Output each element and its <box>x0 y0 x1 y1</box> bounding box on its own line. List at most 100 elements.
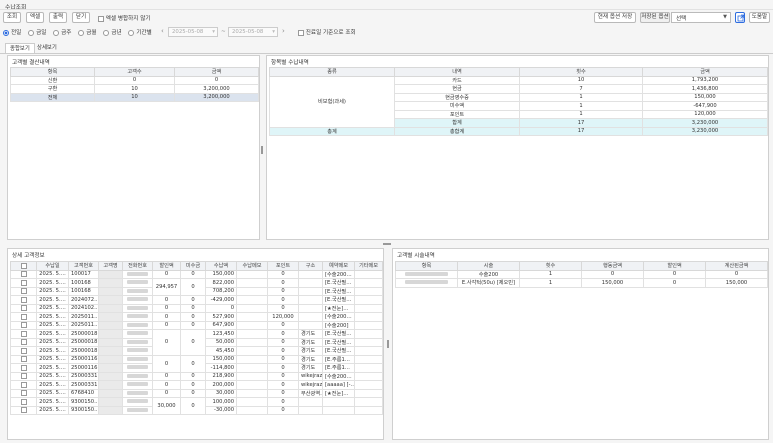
table-row[interactable]: 신환 0 0 <box>10 75 259 85</box>
calendar-icon[interactable]: ▾ <box>272 28 275 36</box>
radio-this-year[interactable] <box>103 29 110 36</box>
column-header[interactable]: 수납액 <box>205 261 237 271</box>
row-select-cell[interactable] <box>10 371 37 381</box>
column-header[interactable]: 구소 <box>298 261 323 271</box>
column-header[interactable]: 예약메모 <box>322 261 355 271</box>
table-row[interactable]: E.사각턱(50u) [제오민] 1 150,000 0 150,000 <box>395 278 768 288</box>
row-checkbox[interactable] <box>20 339 27 345</box>
table-row[interactable]: 수술200 1 0 0 0 <box>395 269 768 279</box>
row-select-cell[interactable] <box>10 303 37 313</box>
total-row[interactable]: 총계 총합계 17 3,230,000 <box>269 126 768 136</box>
horizontal-splitter[interactable] <box>383 243 391 245</box>
table-row[interactable]: 2025. 5.… 9300150… 30,000 0 100,000 0 <box>10 397 383 415</box>
tab-detail[interactable]: 상세보기 <box>33 43 61 53</box>
table-row[interactable]: 2025. 5.… 2024072… 0 0 -429,000 0 [E.국산필… <box>10 295 383 305</box>
close-button[interactable]: 닫기 <box>72 12 90 23</box>
date-to-input[interactable]: 2025-05-08 ▾ <box>228 27 278 37</box>
column-header[interactable]: 계산된금액 <box>705 261 768 271</box>
table-row[interactable]: 2025. 5.… 2024102… 0 0 0 0 [★전눈]… <box>10 303 383 313</box>
column-header[interactable]: 수납메모 <box>236 261 268 271</box>
query-button[interactable]: 조회 <box>3 12 21 23</box>
column-header[interactable]: 미수금 <box>180 261 206 271</box>
column-header[interactable]: 기타메모 <box>354 261 383 271</box>
vertical-splitter[interactable] <box>387 340 389 348</box>
row-checkbox[interactable] <box>20 381 27 388</box>
saved-options-select[interactable]: 선택 ▼ <box>671 12 731 23</box>
row-select-cell[interactable] <box>10 354 37 364</box>
row-select-cell[interactable] <box>10 295 37 305</box>
table-row[interactable]: 2025. 5.…2500033100218,9000wikejraza…[수술… <box>10 371 383 381</box>
table-row[interactable]: 2025. 5.… 2025011… 0 0 527,900 120,000 [수술200… <box>10 312 383 322</box>
row-checkbox[interactable] <box>20 288 27 294</box>
table-row[interactable]: 구환 10 3,200,000 <box>10 84 259 94</box>
row-checkbox[interactable] <box>20 330 27 337</box>
row-checkbox[interactable] <box>20 407 27 413</box>
row-select-cell[interactable] <box>10 312 37 322</box>
row-select-cell[interactable] <box>10 329 37 339</box>
next-date-icon[interactable]: › <box>282 27 285 35</box>
select-all-checkbox[interactable] <box>20 262 27 269</box>
column-header[interactable]: 횟수 <box>519 261 582 271</box>
row-select-cell[interactable] <box>10 397 37 407</box>
table-row[interactable]: 2025. 5.… 25000116 0 0 150,000 0 경기도 [E.주름1… <box>10 354 383 373</box>
date-from-input[interactable]: 2025-05-08 ▾ <box>168 27 218 37</box>
row-checkbox[interactable] <box>20 305 27 311</box>
excel-button[interactable]: 엑셀 <box>26 12 44 23</box>
row-checkbox[interactable] <box>20 296 27 303</box>
column-header[interactable]: 전화번호 <box>122 261 153 271</box>
row-checkbox[interactable] <box>20 322 27 328</box>
table-row[interactable]: 2025. 5.…2500033100200,0000wikejraza…[aa… <box>10 380 383 390</box>
radio-prev-day[interactable] <box>3 29 9 36</box>
row-select-cell[interactable] <box>10 388 37 398</box>
row-checkbox[interactable] <box>20 313 27 320</box>
column-header[interactable]: 항목 <box>10 67 95 77</box>
column-header[interactable]: 할인액 <box>152 261 181 271</box>
column-header[interactable]: 행동금액 <box>581 261 644 271</box>
table-row[interactable]: 비보험(과세) 카드 10 1,793,200 <box>269 75 768 128</box>
excel-merge-checkbox[interactable] <box>98 15 104 22</box>
vertical-splitter[interactable] <box>261 146 263 154</box>
column-header[interactable]: 금액 <box>174 67 259 77</box>
column-header[interactable]: 내역 <box>394 67 520 77</box>
row-select-cell[interactable] <box>10 405 37 415</box>
row-select-cell[interactable] <box>10 320 37 330</box>
row-checkbox[interactable] <box>20 279 27 286</box>
row-checkbox[interactable] <box>20 347 27 354</box>
print-button[interactable]: 출력 <box>49 12 67 23</box>
table-row[interactable]: 2025. 5.…67684100030,0000무산광역…[★전눈]… <box>10 388 383 398</box>
clinic-date-option[interactable]: 진료일 기준으로 조회 <box>298 28 356 36</box>
table-row[interactable]: 2025. 5.… 100017 0 0 150,000 0 [수술200… <box>10 269 383 279</box>
row-select-cell[interactable] <box>10 286 37 296</box>
row-checkbox[interactable] <box>20 373 27 379</box>
column-header[interactable]: 횟수 <box>519 67 643 77</box>
column-header[interactable]: 시술 <box>457 261 520 271</box>
row-checkbox[interactable] <box>20 398 27 405</box>
prev-date-icon[interactable]: ‹ <box>161 27 164 35</box>
tab-summary[interactable]: 종합보기 <box>5 43 35 53</box>
row-checkbox[interactable] <box>20 364 27 371</box>
column-header[interactable]: 종류 <box>269 67 395 77</box>
row-select-cell[interactable] <box>10 363 37 373</box>
clinic-date-checkbox[interactable] <box>298 29 304 36</box>
column-header[interactable]: 할인액 <box>643 261 706 271</box>
column-header[interactable]: 고객명 <box>98 261 123 271</box>
column-header[interactable]: 수납일 <box>36 261 69 271</box>
radio-this-month[interactable] <box>78 29 85 36</box>
calendar-icon[interactable]: ▾ <box>212 28 215 36</box>
select-all-header[interactable] <box>10 261 37 271</box>
column-header[interactable]: 항목 <box>395 261 458 271</box>
table-row[interactable]: 2025. 5.… 2025011… 0 0 647,900 0 [수술200] <box>10 320 383 330</box>
row-select-cell[interactable] <box>10 278 37 288</box>
excel-merge-option[interactable]: 엑셀 병합하지 않기 <box>98 14 151 22</box>
column-header[interactable]: 고객번호 <box>68 261 99 271</box>
row-select-cell[interactable] <box>10 346 37 356</box>
row-select-cell[interactable] <box>10 337 37 347</box>
row-select-cell[interactable] <box>10 380 37 390</box>
table-row[interactable]: 전체 10 3,200,000 <box>10 92 259 102</box>
radio-period[interactable] <box>128 29 135 36</box>
column-header[interactable]: 고객수 <box>94 67 175 77</box>
popup-icon[interactable] <box>735 12 745 23</box>
table-row[interactable]: 2025. 5.… 25000018 0 0 123,450 0 경기도 [E.국산필… <box>10 329 383 356</box>
row-checkbox[interactable] <box>20 356 27 362</box>
column-header[interactable]: 금액 <box>642 67 768 77</box>
